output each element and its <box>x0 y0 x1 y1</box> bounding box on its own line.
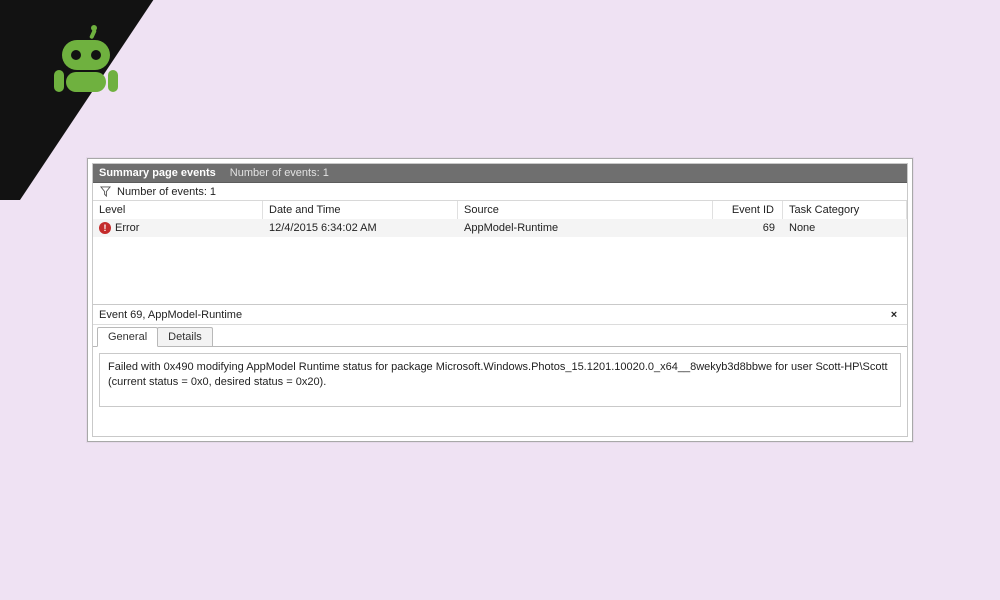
brand-logo <box>0 0 160 203</box>
cell-source[interactable]: AppModel-Runtime <box>458 219 713 237</box>
cell-eventid[interactable]: 69 <box>713 219 783 237</box>
tab-general[interactable]: General <box>97 327 158 347</box>
detail-header: Event 69, AppModel-Runtime × <box>93 305 907 325</box>
tab-details[interactable]: Details <box>157 327 213 346</box>
cell-level[interactable]: ! Error <box>93 219 263 237</box>
col-taskcat[interactable]: Task Category <box>783 201 907 219</box>
col-datetime[interactable]: Date and Time <box>263 201 458 219</box>
window-inner: Summary page events Number of events: 1 … <box>92 163 908 437</box>
cell-taskcat[interactable]: None <box>783 219 907 237</box>
detail-message: Failed with 0x490 modifying AppModel Run… <box>108 361 888 388</box>
detail-content: Failed with 0x490 modifying AppModel Run… <box>93 347 907 436</box>
filter-row: Number of events: 1 <box>93 183 907 201</box>
summary-header-bar: Summary page events Number of events: 1 <box>93 164 907 183</box>
detail-tab-strip: General Details <box>93 325 907 347</box>
detail-title: Event 69, AppModel-Runtime <box>99 309 242 321</box>
cell-level-text: Error <box>115 222 139 234</box>
summary-event-count: Number of events: 1 <box>230 167 329 179</box>
event-viewer-window: Summary page events Number of events: 1 … <box>87 158 913 442</box>
detail-message-box[interactable]: Failed with 0x490 modifying AppModel Run… <box>99 353 901 407</box>
error-icon: ! <box>99 222 111 234</box>
col-level[interactable]: Level <box>93 201 263 219</box>
col-source[interactable]: Source <box>458 201 713 219</box>
close-icon[interactable]: × <box>887 309 901 321</box>
col-eventid[interactable]: Event ID <box>713 201 783 219</box>
event-list-area: Number of events: 1 Level Date and Time … <box>93 183 907 305</box>
cell-datetime[interactable]: 12/4/2015 6:34:02 AM <box>263 219 458 237</box>
event-table: Level Date and Time Source Event ID Task… <box>93 201 907 237</box>
